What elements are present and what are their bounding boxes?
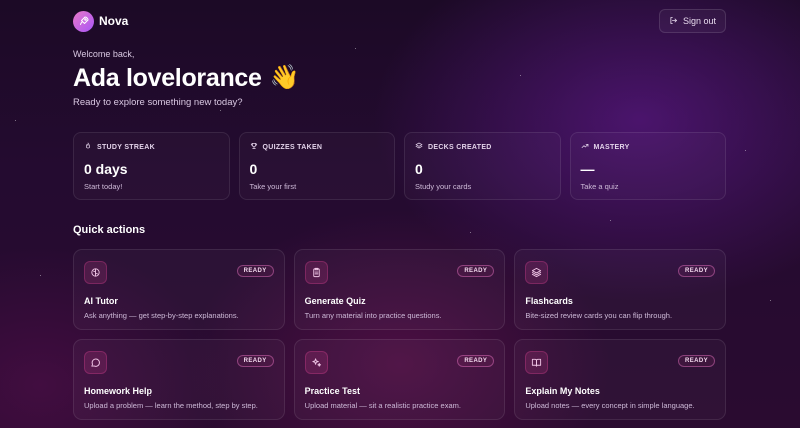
card-description: Turn any material into practice question…: [304, 311, 442, 320]
status-badge: READY: [457, 355, 495, 367]
layers-icon: [525, 261, 549, 284]
action-card-explain-my-notes[interactable]: READY Explain My Notes Upload notes — ev…: [514, 339, 726, 420]
stat-label: QUIZZES TAKEN: [262, 143, 323, 151]
brand-name: Nova: [99, 14, 129, 28]
action-card-practice-test[interactable]: READY Practice Test Upload material — si…: [293, 339, 506, 420]
flame-icon: [84, 142, 92, 152]
status-badge: READY: [457, 265, 495, 277]
sign-out-button[interactable]: Sign out: [658, 9, 726, 33]
card-description: Ask anything — get step-by-step explanat…: [84, 311, 239, 320]
stat-label: MASTERY: [593, 143, 630, 151]
wave-icon: 👋: [269, 64, 300, 91]
page-title: Ada lovelorance 👋: [73, 63, 300, 93]
card-title: Flashcards: [525, 296, 573, 306]
stat-caption: Take a quiz: [580, 182, 619, 191]
chat-bubble-icon: [84, 351, 107, 374]
action-card-flashcards[interactable]: READY Flashcards Bite-sized review cards…: [514, 249, 726, 330]
action-card-homework-help[interactable]: READY Homework Help Upload a problem — l…: [73, 339, 285, 420]
layers-icon: [415, 142, 423, 152]
status-badge: READY: [236, 355, 274, 367]
hero-subtitle: Ready to explore something new today?: [73, 97, 243, 108]
hero: Welcome back, Ada lovelorance 👋 Ready to…: [73, 49, 300, 108]
stat-value: 0 days: [84, 161, 128, 177]
quick-actions-grid: READY AI Tutor Ask anything — get step-b…: [73, 249, 726, 420]
card-title: Homework Help: [84, 386, 153, 396]
rocket-icon: [73, 10, 94, 32]
user-name: Ada lovelorance: [73, 64, 262, 92]
card-title: Practice Test: [304, 386, 361, 396]
section-title-quick-actions: Quick actions: [73, 224, 146, 236]
clipboard-icon: [304, 261, 328, 284]
stat-card-mastery: MASTERY — Take a quiz: [569, 132, 726, 200]
stat-value: 0: [415, 161, 423, 177]
top-bar: Nova Sign out: [73, 9, 726, 33]
stat-card-streak: STUDY STREAK 0 days Start today!: [73, 132, 230, 200]
brand[interactable]: Nova: [73, 10, 129, 32]
stat-caption: Study your cards: [415, 182, 472, 191]
stat-card-decks: DECKS CREATED 0 Study your cards: [404, 132, 561, 200]
action-card-ai-tutor[interactable]: READY AI Tutor Ask anything — get step-b…: [73, 249, 285, 330]
stat-caption: Take your first: [249, 182, 297, 191]
sparkles-icon: [304, 351, 328, 374]
stat-value: —: [580, 161, 595, 177]
status-badge: READY: [236, 265, 274, 277]
card-title: AI Tutor: [84, 296, 118, 306]
stat-label: STUDY STREAK: [97, 143, 155, 151]
card-title: Generate Quiz: [304, 296, 366, 306]
brain-icon: [84, 261, 107, 284]
stats-row: STUDY STREAK 0 days Start today! QUIZZES…: [73, 132, 726, 200]
welcome-text: Welcome back,: [73, 49, 135, 59]
action-card-generate-quiz[interactable]: READY Generate Quiz Turn any material in…: [293, 249, 506, 330]
card-description: Upload notes — every concept in simple l…: [525, 401, 695, 410]
card-description: Bite-sized review cards you can flip thr…: [525, 311, 673, 320]
card-description: Upload material — sit a realistic practi…: [304, 401, 461, 410]
log-out-icon: [669, 16, 678, 27]
stat-value: 0: [249, 161, 258, 177]
status-badge: READY: [677, 355, 715, 367]
stat-card-quizzes: QUIZZES TAKEN 0 Take your first: [238, 132, 395, 200]
trend-up-icon: [581, 142, 589, 152]
status-badge: READY: [677, 265, 715, 277]
trophy-icon: [250, 142, 258, 152]
sign-out-label: Sign out: [682, 16, 716, 26]
card-title: Explain My Notes: [525, 386, 600, 396]
stat-caption: Start today!: [84, 182, 123, 191]
card-description: Upload a problem — learn the method, ste…: [84, 401, 258, 410]
stat-label: DECKS CREATED: [428, 143, 492, 151]
book-open-icon: [525, 351, 549, 374]
